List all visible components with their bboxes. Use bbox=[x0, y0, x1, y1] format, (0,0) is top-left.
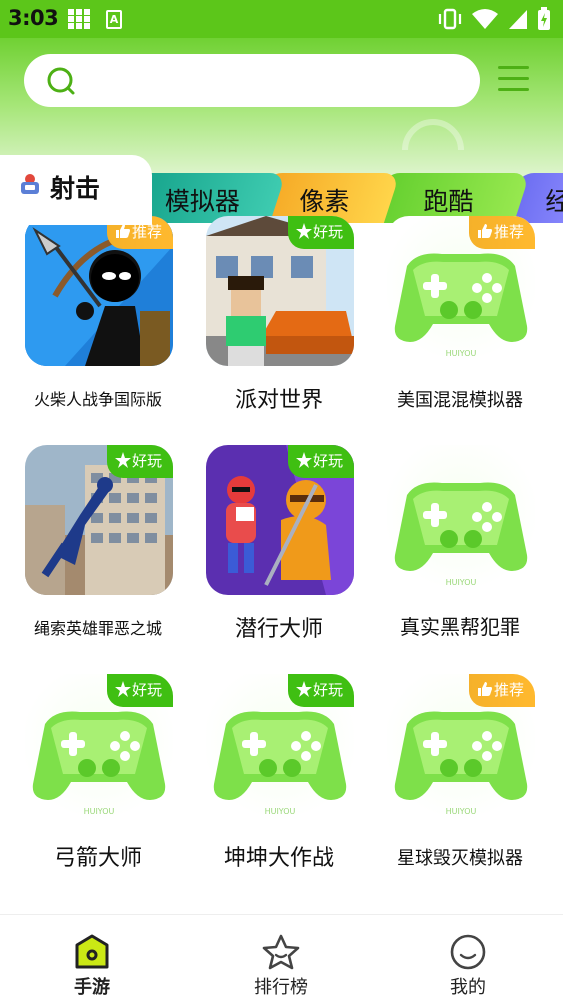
badge-fun: 好玩 bbox=[107, 445, 173, 478]
wifi-icon bbox=[472, 9, 498, 29]
status-bar: 3:03 A bbox=[0, 0, 563, 38]
game-name: 星球毁灭模拟器 bbox=[397, 848, 523, 869]
game-card[interactable]: HUIYOU 推荐 美国混混模拟器 bbox=[362, 190, 542, 420]
nav-item-ranking[interactable]: 排行榜 bbox=[231, 933, 331, 999]
star-badge-icon bbox=[115, 452, 131, 468]
svg-text:HUIYOU: HUIYOU bbox=[446, 807, 477, 816]
star-icon bbox=[262, 934, 300, 970]
game-name: 绳索英雄罪恶之城 bbox=[33, 619, 162, 638]
status-time: 3:03 bbox=[8, 6, 59, 30]
badge-fun: 好玩 bbox=[288, 445, 354, 478]
star-badge-icon bbox=[296, 452, 312, 468]
header: 经 跑酷 像素 模拟器 射击 bbox=[0, 38, 563, 225]
game-card[interactable]: HUIYOU 好玩 弓箭大师 bbox=[0, 648, 180, 878]
star-badge-icon bbox=[296, 681, 312, 697]
watermark-decoration bbox=[402, 119, 464, 150]
game-name: 坤坤大作战 bbox=[223, 846, 334, 871]
game-name: 潜行大师 bbox=[234, 617, 323, 642]
game-name: 美国混混模拟器 bbox=[397, 390, 523, 411]
badge-fun: 好玩 bbox=[107, 674, 173, 707]
tab-category-1[interactable]: 射击 bbox=[0, 155, 152, 225]
game-name: 火柴人战争国际版 bbox=[33, 390, 162, 409]
svg-text:HUIYOU: HUIYOU bbox=[446, 349, 477, 358]
search-bar[interactable] bbox=[24, 54, 480, 107]
star-badge-icon bbox=[296, 223, 312, 239]
gamepad-icon: HUIYOU bbox=[394, 482, 528, 587]
svg-text:HUIYOU: HUIYOU bbox=[446, 578, 477, 587]
game-name: 派对世界 bbox=[234, 388, 323, 413]
battery-icon bbox=[538, 7, 550, 30]
badge-recommend: 推荐 bbox=[469, 216, 535, 249]
thumbs-up-icon bbox=[478, 224, 492, 238]
apps-grid-icon bbox=[68, 9, 90, 29]
search-icon bbox=[47, 67, 75, 95]
badge-recommend: 推荐 bbox=[469, 674, 535, 707]
search-input[interactable] bbox=[88, 64, 458, 97]
bottom-nav: 手游 排行榜 我的 bbox=[0, 914, 563, 1004]
vibrate-icon bbox=[438, 8, 462, 30]
game-card[interactable]: 好玩 派对世界 bbox=[181, 190, 361, 420]
game-card[interactable]: 好玩 绳索英雄罪恶之城 bbox=[0, 419, 180, 649]
nav-item-games[interactable]: 手游 bbox=[42, 933, 142, 999]
game-name: 弓箭大师 bbox=[53, 846, 142, 871]
game-name: 真实黑帮犯罪 bbox=[400, 615, 520, 639]
smile-icon bbox=[450, 934, 486, 970]
game-card[interactable]: HUIYOU 好玩 坤坤大作战 bbox=[181, 648, 361, 878]
game-card[interactable]: HUIYOU 真实黑帮犯罪 bbox=[362, 419, 542, 649]
home-icon bbox=[75, 934, 109, 969]
game-thumbnail: HUIYOU bbox=[387, 445, 535, 595]
svg-text:HUIYOU: HUIYOU bbox=[265, 807, 296, 816]
thumbs-up-icon bbox=[116, 224, 130, 238]
svg-text:HUIYOU: HUIYOU bbox=[84, 807, 115, 816]
badge-fun: 好玩 bbox=[288, 216, 354, 249]
badge-fun: 好玩 bbox=[288, 674, 354, 707]
game-card[interactable]: HUIYOU 推荐 星球毁灭模拟器 bbox=[362, 648, 542, 878]
star-badge-icon bbox=[115, 681, 131, 697]
game-card[interactable]: 好玩 潜行大师 bbox=[181, 419, 361, 649]
shooter-category-icon bbox=[21, 174, 39, 194]
nav-item-mine[interactable]: 我的 bbox=[418, 933, 518, 999]
menu-icon[interactable] bbox=[498, 66, 529, 92]
thumbs-up-icon bbox=[478, 682, 492, 696]
signal-icon bbox=[509, 10, 527, 29]
notification-a-icon: A bbox=[106, 10, 122, 29]
